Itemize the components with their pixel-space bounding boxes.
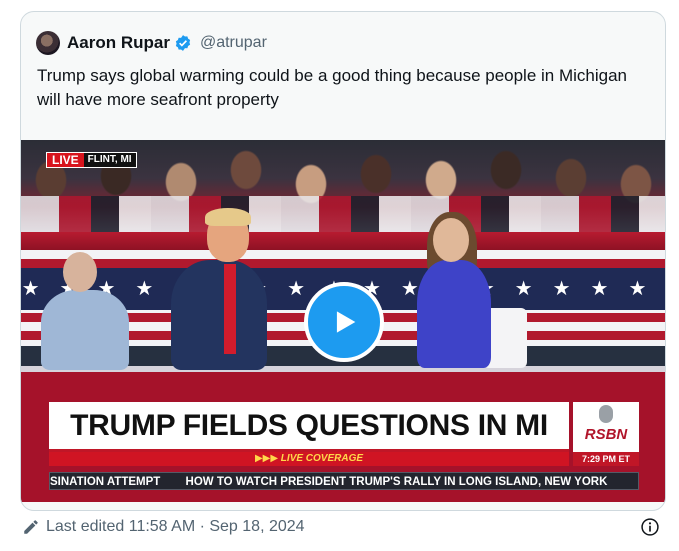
avatar[interactable] bbox=[36, 31, 60, 55]
speaker-hair bbox=[205, 208, 251, 226]
host-figure bbox=[417, 260, 491, 368]
microphone-icon bbox=[599, 405, 613, 423]
pencil-icon bbox=[24, 520, 38, 534]
news-ticker: SINATION ATTEMPT HOW TO WATCH PRESIDENT … bbox=[49, 472, 639, 490]
audience-member-head bbox=[63, 252, 97, 292]
tweet-text: Trump says global warming could be a goo… bbox=[37, 66, 628, 109]
tweet-footer: Last edited 11:58 AM · Sep 18, 2024 bbox=[22, 515, 662, 539]
author-handle[interactable]: @atrupar bbox=[200, 34, 267, 52]
play-icon bbox=[336, 311, 356, 333]
chyron-title: TRUMP FIELDS QUESTIONS IN MI bbox=[70, 408, 548, 442]
tweet-header: Aaron Rupar @atrupar bbox=[36, 30, 267, 56]
live-label: LIVE bbox=[47, 153, 84, 167]
news-chyron: TRUMP FIELDS QUESTIONS IN MI bbox=[49, 402, 569, 452]
live-tag: LIVE FLINT, MI bbox=[46, 152, 137, 168]
speaker-figure bbox=[171, 260, 267, 370]
author-name[interactable]: Aaron Rupar bbox=[67, 33, 170, 53]
network-name: RSBN bbox=[584, 426, 628, 443]
audience-member-figure bbox=[41, 290, 129, 370]
crowd-shirts bbox=[21, 196, 665, 236]
network-logo: RSBN 7:29 PM ET bbox=[573, 402, 639, 466]
speaker-tie bbox=[224, 264, 236, 354]
live-coverage-strip: ▶▶▶ LIVE COVERAGE bbox=[49, 452, 569, 466]
info-icon[interactable] bbox=[640, 517, 660, 537]
broadcast-time: 7:29 PM ET bbox=[573, 452, 639, 466]
stage-banner-top bbox=[21, 232, 665, 250]
ticker-item: SINATION ATTEMPT bbox=[50, 476, 161, 488]
host-head bbox=[433, 218, 469, 262]
play-button[interactable] bbox=[304, 282, 384, 362]
last-edited-text[interactable]: Last edited 11:58 AM · Sep 18, 2024 bbox=[46, 518, 305, 536]
location-label: FLINT, MI bbox=[83, 153, 136, 167]
embedded-tweet-card[interactable]: Aaron Rupar @atrupar Trump says global w… bbox=[20, 11, 666, 511]
video-player[interactable]: ★★★★★★★★★★★★★★★★★ LIVE FLINT, MI TRUMP F… bbox=[21, 140, 665, 502]
verified-badge-icon bbox=[175, 35, 191, 51]
ticker-item: HOW TO WATCH PRESIDENT TRUMP'S RALLY IN … bbox=[185, 476, 608, 488]
